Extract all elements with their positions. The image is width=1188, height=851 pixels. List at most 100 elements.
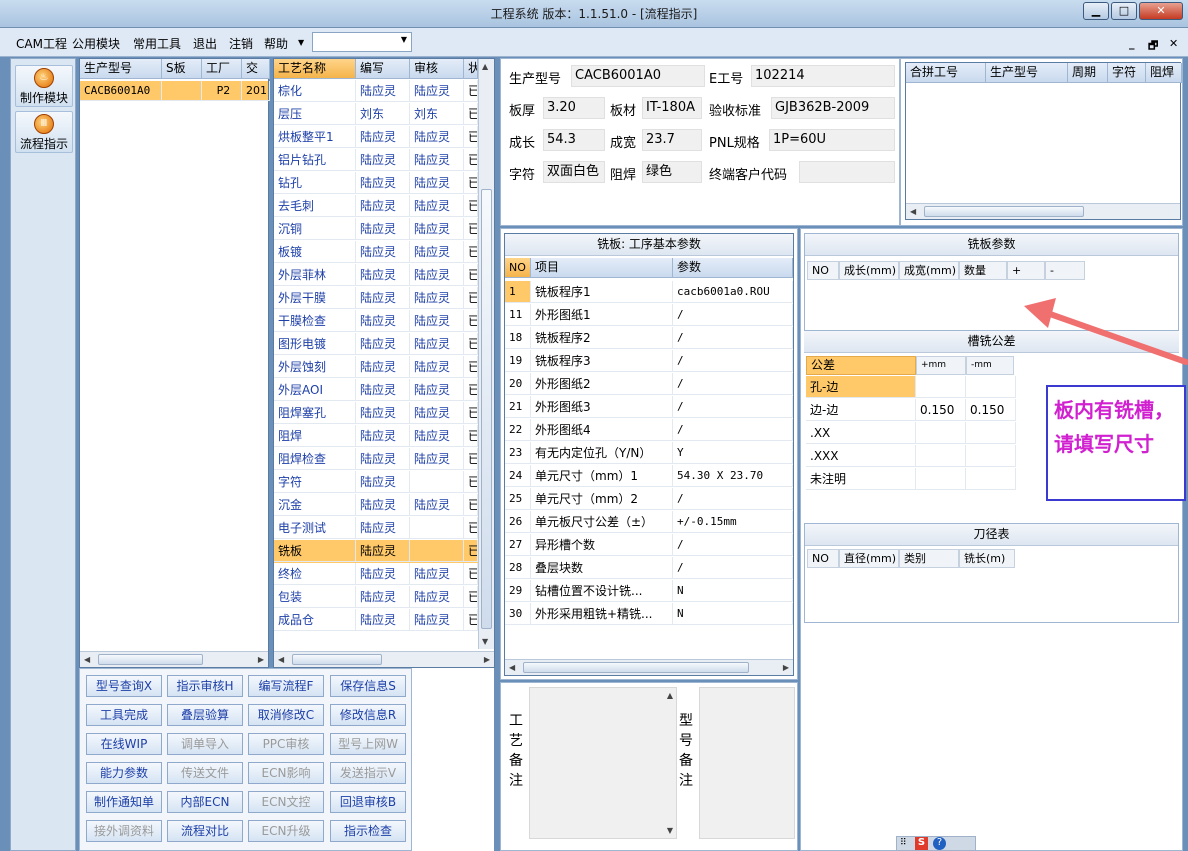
col-tol[interactable]: 公差: [806, 356, 916, 375]
col-tool-diameter[interactable]: 直径(mm): [839, 549, 899, 568]
table-row[interactable]: 20 外形图纸2/: [505, 373, 793, 396]
action-button-4-3[interactable]: 回退审核B: [330, 791, 406, 813]
col-param[interactable]: 参数: [673, 258, 793, 278]
action-button-0-3[interactable]: 保存信息S: [330, 675, 406, 697]
table-row[interactable]: 24 单元尺寸（mm）1 54.30 X 23.70: [505, 465, 793, 488]
table-row[interactable]: 包装陆应灵陆应灵已: [274, 586, 478, 609]
table-row[interactable]: 去毛刺陆应灵陆应灵已: [274, 195, 478, 218]
process-hscroll[interactable]: ◀ ▶: [274, 651, 494, 667]
nav-flow-instruction[interactable]: Ⅲ 流程指示: [15, 111, 73, 153]
action-button-0-1[interactable]: 指示审核H: [167, 675, 243, 697]
action-button-2-0[interactable]: 在线WIP: [86, 733, 162, 755]
table-row[interactable]: 板镀陆应灵陆应灵已: [274, 241, 478, 264]
scroll-thumb[interactable]: [481, 189, 492, 629]
table-row[interactable]: 字符陆应灵 已: [274, 471, 478, 494]
action-button-3-1[interactable]: 传送文件: [167, 762, 243, 784]
table-row[interactable]: 图形电镀陆应灵陆应灵已: [274, 333, 478, 356]
table-row[interactable]: 11 外形图纸1/: [505, 304, 793, 327]
table-row[interactable]: 烘板整平1陆应灵陆应灵已: [274, 126, 478, 149]
scroll-left-icon[interactable]: ◀: [509, 663, 515, 672]
scroll-up-icon[interactable]: ▲: [482, 62, 488, 71]
action-button-2-3[interactable]: 型号上网W: [330, 733, 406, 755]
menu-help[interactable]: 帮助: [264, 35, 288, 52]
scroll-right-icon[interactable]: ▶: [783, 663, 789, 672]
col-mb-length[interactable]: 成长(mm): [839, 261, 899, 280]
col-item[interactable]: 项目: [531, 258, 673, 278]
action-button-3-2[interactable]: ECN影响: [248, 762, 324, 784]
table-row[interactable]: 28 叠层块数 /: [505, 557, 793, 580]
col-no[interactable]: NO: [505, 258, 531, 278]
menu-common-module[interactable]: 公用模块: [72, 35, 120, 52]
scroll-down-icon[interactable]: ▼: [482, 637, 488, 646]
field-length[interactable]: 54.3: [543, 129, 605, 151]
table-row[interactable]: CACB6001A0 P2 201: [80, 81, 270, 101]
action-button-3-3[interactable]: 发送指示V: [330, 762, 406, 784]
action-button-1-1[interactable]: 叠层验算: [167, 704, 243, 726]
model-remark-input[interactable]: [699, 687, 795, 839]
table-row[interactable]: 阻焊检查陆应灵陆应灵已: [274, 448, 478, 471]
table-row[interactable]: .XX: [806, 422, 1016, 445]
table-row[interactable]: 终检陆应灵陆应灵已: [274, 563, 478, 586]
col-reviewer[interactable]: 审核: [410, 59, 464, 79]
action-button-4-0[interactable]: 制作通知单: [86, 791, 162, 813]
col-merge-period[interactable]: 周期: [1068, 63, 1108, 83]
action-button-1-0[interactable]: 工具完成: [86, 704, 162, 726]
col-s-board[interactable]: S板: [162, 59, 202, 79]
col-tol-minus[interactable]: -mm: [966, 356, 1014, 375]
scroll-down-icon[interactable]: ▼: [667, 826, 673, 835]
action-button-0-2[interactable]: 编写流程F: [248, 675, 324, 697]
col-merge-no[interactable]: 合拼工号: [906, 63, 986, 83]
table-row[interactable]: 阻焊陆应灵陆应灵已: [274, 425, 478, 448]
table-row[interactable]: 孔-边: [806, 376, 1016, 399]
mdi-close-button[interactable]: ✕: [1169, 37, 1178, 50]
col-mb-width[interactable]: 成宽(mm): [899, 261, 959, 280]
table-row[interactable]: 27 异形槽个数 /: [505, 534, 793, 557]
mill-hscroll[interactable]: ◀ ▶: [505, 659, 793, 675]
table-row[interactable]: 层压刘东刘东已: [274, 103, 478, 126]
scroll-left-icon[interactable]: ◀: [278, 655, 284, 664]
field-product-model[interactable]: CACB6001A0: [571, 65, 705, 87]
col-tool-length[interactable]: 铣长(m): [959, 549, 1015, 568]
field-e-number[interactable]: 102214: [751, 65, 895, 87]
action-button-2-1[interactable]: 调单导入: [167, 733, 243, 755]
process-vscroll[interactable]: ▲ ▼: [478, 59, 494, 649]
action-button-1-3[interactable]: 修改信息R: [330, 704, 406, 726]
table-row[interactable]: 棕化陆应灵陆应灵已: [274, 80, 478, 103]
nav-make-module[interactable]: ♨ 制作模块: [15, 65, 73, 107]
menu-logout[interactable]: 注销: [229, 35, 253, 52]
scroll-thumb[interactable]: [292, 654, 382, 665]
mdi-minimize-button[interactable]: _: [1129, 37, 1135, 50]
col-merge-solder[interactable]: 阻焊: [1146, 63, 1182, 83]
action-button-3-0[interactable]: 能力参数: [86, 762, 162, 784]
table-row[interactable]: 30 外形采用粗铣+精铣... N: [505, 603, 793, 626]
col-tool-type[interactable]: 类别: [899, 549, 959, 568]
mdi-restore-button[interactable]: 🗗: [1148, 37, 1158, 56]
close-button[interactable]: ✕: [1139, 2, 1183, 20]
craft-remark-input[interactable]: ▲ ▼: [529, 687, 677, 839]
col-merge-char[interactable]: 字符: [1108, 63, 1146, 83]
scroll-left-icon[interactable]: ◀: [84, 655, 90, 664]
field-pnl[interactable]: 1P=60U: [769, 129, 895, 151]
maximize-button[interactable]: □: [1111, 2, 1137, 20]
table-row[interactable]: 外层蚀刻陆应灵陆应灵已: [274, 356, 478, 379]
action-button-4-2[interactable]: ECN文控: [248, 791, 324, 813]
action-button-5-0[interactable]: 接外调资料: [86, 820, 162, 842]
field-solder[interactable]: 绿色: [642, 161, 702, 183]
field-thickness[interactable]: 3.20: [543, 97, 605, 119]
table-row[interactable]: 沉金陆应灵陆应灵已: [274, 494, 478, 517]
col-tool-no[interactable]: NO: [807, 549, 839, 568]
table-row[interactable]: 25 单元尺寸（mm）2/: [505, 488, 793, 511]
table-row[interactable]: 阻焊塞孔陆应灵陆应灵已: [274, 402, 478, 425]
table-row[interactable]: 18 铣板程序2/: [505, 327, 793, 350]
field-width[interactable]: 23.7: [642, 129, 702, 151]
product-hscroll[interactable]: ◀ ▶: [80, 651, 268, 667]
minimize-button[interactable]: ▁: [1083, 2, 1109, 20]
scroll-left-icon[interactable]: ◀: [910, 207, 916, 216]
field-end-customer[interactable]: [799, 161, 895, 183]
col-status[interactable]: 状: [464, 59, 478, 79]
grid-icon[interactable]: ⠿: [900, 838, 907, 848]
table-row[interactable]: 21 外形图纸3/: [505, 396, 793, 419]
col-factory[interactable]: 工厂: [202, 59, 242, 79]
table-row[interactable]: 外层菲林陆应灵陆应灵已: [274, 264, 478, 287]
col-delivery[interactable]: 交: [242, 59, 270, 79]
